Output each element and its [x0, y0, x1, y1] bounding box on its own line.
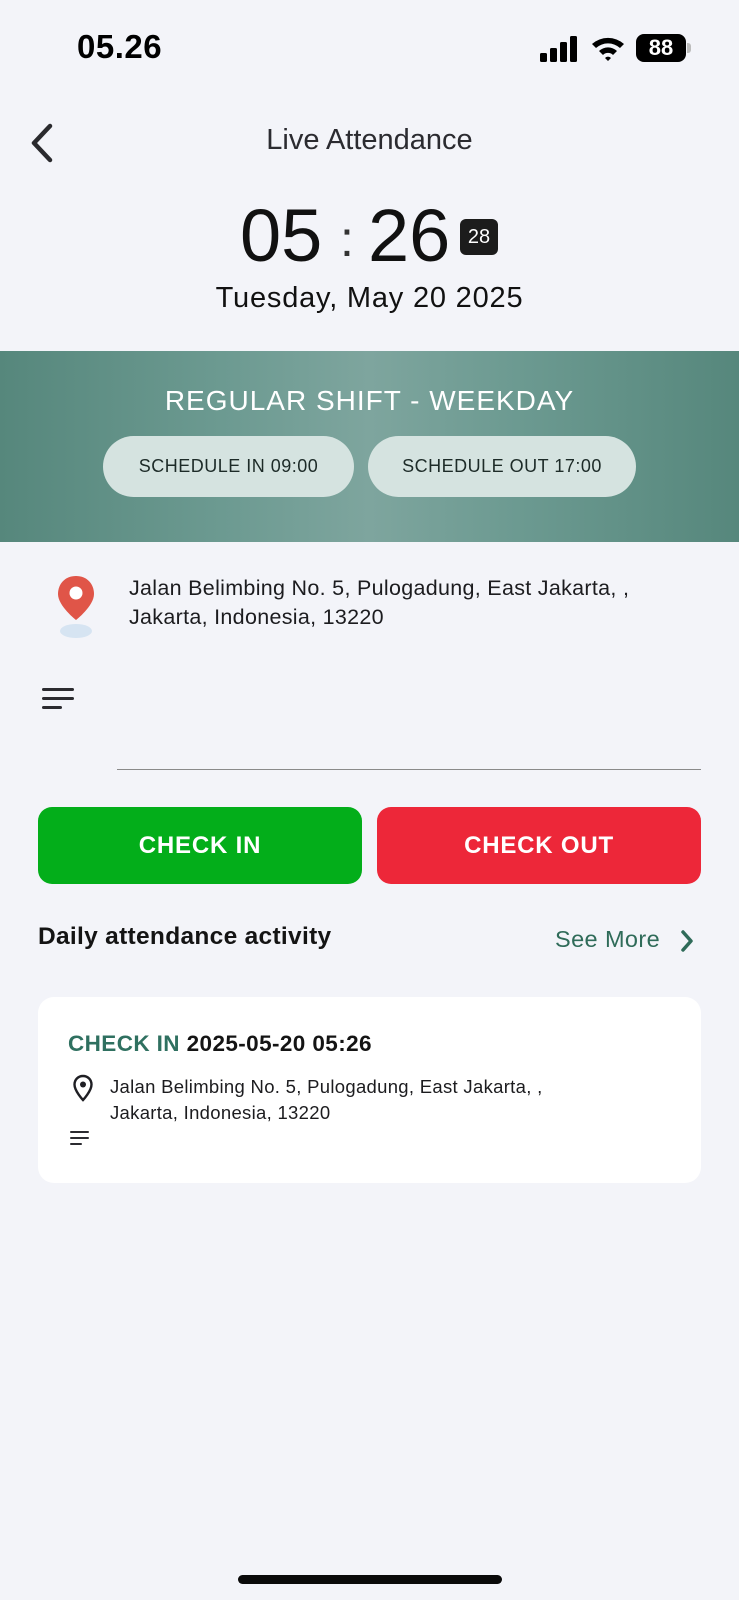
location-pin-icon: [58, 576, 94, 638]
schedule-in-pill: SCHEDULE IN 09:00: [103, 436, 354, 497]
shift-name: REGULAR SHIFT - WEEKDAY: [164, 385, 575, 416]
battery-tip: [687, 43, 691, 53]
schedule-out-pill: SCHEDULE OUT 17:00: [368, 436, 636, 497]
battery-level: 88: [636, 34, 686, 62]
status-time: 05.26: [77, 28, 163, 65]
notes-input[interactable]: [117, 690, 701, 770]
clock-separator: :: [340, 211, 354, 267]
activity-address-line1: Jalan Belimbing No. 5, Pulogadung, East …: [110, 1076, 543, 1097]
check-in-button[interactable]: CHECK IN: [38, 807, 362, 884]
activity-card[interactable]: CHECK IN 2025-05-20 05:26 Jalan Belimbin…: [38, 997, 701, 1183]
activity-type: CHECK IN: [68, 1031, 180, 1056]
activity-card-header: CHECK IN 2025-05-20 05:26: [68, 1031, 372, 1057]
clock-seconds: 28: [460, 219, 498, 255]
current-location-address: Jalan Belimbing No. 5, Pulogadung, East …: [129, 576, 630, 629]
battery-icon: 88: [636, 34, 692, 62]
home-indicator[interactable]: [238, 1575, 502, 1584]
page-title: Live Attendance: [266, 124, 473, 156]
activity-address-line2: Jakarta, Indonesia, 13220: [110, 1102, 331, 1123]
notes-icon: [42, 688, 74, 709]
location-pin-icon: [73, 1074, 93, 1102]
see-more-link[interactable]: See More: [555, 926, 660, 953]
chevron-right-icon[interactable]: [678, 928, 696, 954]
current-date: Tuesday, May 20 2025: [215, 282, 524, 314]
live-clock: 05 : 26 28: [0, 196, 739, 276]
shift-banner: REGULAR SHIFT - WEEKDAY SCHEDULE IN 09:0…: [0, 351, 739, 542]
signal-icon: [540, 36, 577, 62]
check-out-button[interactable]: CHECK OUT: [377, 807, 701, 884]
clock-minutes: 26: [368, 194, 451, 277]
status-bar: 05.26 88: [0, 0, 739, 100]
notes-icon: [70, 1131, 89, 1145]
wifi-icon: [592, 37, 624, 61]
activity-datetime: 2025-05-20 05:26: [186, 1031, 372, 1056]
activity-section-title: Daily attendance activity: [38, 923, 332, 950]
clock-hours: 05: [240, 194, 323, 277]
activity-address: Jalan Belimbing No. 5, Pulogadung, East …: [110, 1074, 610, 1126]
